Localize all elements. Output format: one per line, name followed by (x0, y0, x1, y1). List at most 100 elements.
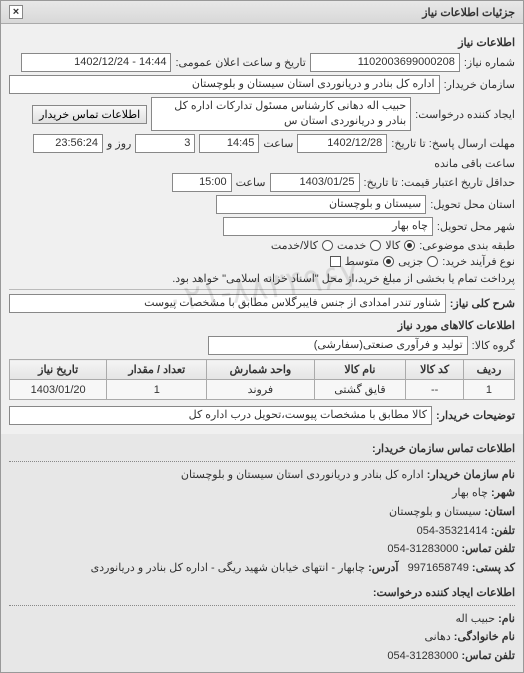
days-suffix: روز و (107, 137, 131, 150)
announce-value: 14:44 - 1402/12/24 (21, 53, 171, 72)
goods-table: ردیف کد کالا نام کالا واحد شمارش تعداد /… (9, 359, 515, 400)
radio-dot-icon (383, 256, 394, 267)
c-province-value: سیستان و بلوچستان (389, 506, 481, 518)
buyer-note-label: توضیحات خریدار: (436, 409, 515, 422)
delivery-time: 15:00 (172, 173, 232, 192)
th-date: تاریخ نیاز (10, 360, 107, 380)
radio-goods-service[interactable]: کالا/خدمت (271, 239, 333, 252)
cell-idx: 1 (463, 380, 514, 400)
city-label: شهر محل تحویل: (437, 220, 515, 233)
contact-line: تلفن تماس: 31283000-054 (9, 540, 515, 559)
req-family-label: نام خانوادگی: (454, 631, 515, 643)
c-postal-label: کد پستی: (472, 562, 515, 574)
c-address-label: آدرس: (368, 562, 398, 574)
need-no-value: 1102003699000208 (310, 53, 460, 72)
th-qty: تعداد / مقدار (107, 360, 207, 380)
time-suffix: ساعت باقی مانده (434, 157, 515, 170)
req-family-value: دهانی (424, 631, 450, 643)
req-name-label: نام: (498, 613, 515, 625)
deadline-date: 1402/12/28 (297, 134, 387, 153)
th-name: نام کالا (314, 360, 406, 380)
proc-note: پرداخت تمام یا بخشی از مبلغ خرید،از محل … (172, 272, 515, 285)
req-name-value: حبیب اله (455, 613, 495, 625)
c-address-value: چابهار - انتهای خیابان شهید ریگی - اداره… (91, 562, 365, 574)
contact-line: کد پستی: 9971658749 آدرس: چابهار - انتها… (9, 559, 515, 578)
group-value: تولید و فرآوری صنعتی(سفارشی) (208, 336, 468, 355)
cat-service-label: خدمت (337, 239, 366, 252)
contact-line: نام: حبیب اله (9, 610, 515, 629)
need-title-value: شناور تندر امدادی از جنس فایبرگلاس مطابق… (9, 294, 446, 313)
cell-name: قایق گشتی (314, 380, 406, 400)
hour-label-1: ساعت (263, 137, 293, 150)
radio-mid[interactable]: متوسط (345, 255, 395, 268)
cat-goods-label: کالا (385, 239, 400, 252)
need-no-label: شماره نیاز: (464, 56, 515, 69)
radio-service[interactable]: خدمت (337, 239, 381, 252)
radio-dot-icon (404, 240, 415, 251)
requester-header: اطلاعات ایجاد کننده درخواست: (9, 584, 515, 606)
req-phone-value: 31283000-054 (387, 650, 458, 662)
radio-empty-icon (370, 240, 381, 251)
radio-goods[interactable]: کالا (385, 239, 415, 252)
titlebar: جزئیات اطلاعات نیاز × (1, 1, 523, 24)
panel-title: اطلاعات نیاز (9, 36, 515, 49)
buyer-org-label: سازمان خریدار: (444, 78, 515, 91)
deadline-label: مهلت ارسال پاسخ: تا تاریخ: (391, 137, 515, 150)
proc-small-label: جزیی (398, 255, 423, 268)
c-fax-value: 31283000-054 (387, 543, 458, 555)
contact-line: تلفن: 35321414-054 (9, 522, 515, 541)
contact-line: نام خانوادگی: دهانی (9, 628, 515, 647)
window-title: جزئیات اطلاعات نیاز (422, 6, 515, 19)
contact-header: اطلاعات تماس سازمان خریدار: (9, 440, 515, 462)
table-header-row: ردیف کد کالا نام کالا واحد شمارش تعداد /… (10, 360, 515, 380)
c-city-label: شهر: (491, 487, 515, 499)
c-phone-label: تلفن: (491, 525, 515, 537)
announce-label: تاریخ و ساعت اعلان عمومی: (175, 56, 305, 69)
radio-small[interactable]: جزیی (398, 255, 438, 268)
c-city-value: چاه بهار (452, 487, 488, 499)
radio-empty-icon (322, 240, 333, 251)
contact-line: استان: سیستان و بلوچستان (9, 503, 515, 522)
contact-block: اطلاعات تماس سازمان خریدار: نام سازمان خ… (1, 434, 523, 672)
requester-value: حبیب اله دهانی کارشناس مسئول تدارکات ادا… (151, 97, 411, 131)
group-label: گروه کالا: (472, 339, 515, 352)
cell-unit: فروند (207, 380, 314, 400)
cat-goodsservice-label: کالا/خدمت (271, 239, 318, 252)
close-icon[interactable]: × (9, 5, 23, 19)
org-value: اداره کل بنادر و دریانوردی استان سیستان … (181, 469, 424, 481)
table-row: 1 -- قایق گشتی فروند 1 1403/01/20 (10, 380, 515, 400)
city-value: چاه بهار (223, 217, 433, 236)
province-value: سیستان و بلوچستان (216, 195, 426, 214)
category-label: طبقه بندی موضوعی: (419, 239, 515, 252)
details-window: جزئیات اطلاعات نیاز × اطلاعات نیاز شماره… (0, 0, 524, 673)
contact-line: تلفن تماس: 31283000-054 (9, 647, 515, 666)
proc-mid-label: متوسط (345, 255, 380, 268)
buyer-contact-button[interactable]: اطلاعات تماس خریدار (32, 105, 147, 124)
delivery-date: 1403/01/25 (270, 173, 360, 192)
c-phone-value: 35321414-054 (417, 525, 488, 537)
contact-line: نام سازمان خریدار: اداره کل بنادر و دریا… (9, 466, 515, 485)
c-province-label: استان: (484, 506, 515, 518)
th-code: کد کالا (406, 360, 464, 380)
th-unit: واحد شمارش (207, 360, 314, 380)
cell-code: -- (406, 380, 464, 400)
deadline-time: 14:45 (199, 134, 259, 153)
checkbox-treasury[interactable] (330, 256, 341, 267)
org-label: نام سازمان خریدار: (427, 469, 515, 481)
province-label: استان محل تحویل: (430, 198, 515, 211)
c-postal-value: 9971658749 (408, 562, 469, 574)
hour-label-2: ساعت (236, 176, 266, 189)
goods-header: اطلاعات کالاهای مورد نیاز (9, 319, 515, 332)
c-fax-label: تلفن تماس: (461, 543, 515, 555)
cell-date: 1403/01/20 (10, 380, 107, 400)
req-phone-label: تلفن تماس: (461, 650, 515, 662)
buyer-org-value: اداره کل بنادر و دریانوردی استان سیستان … (9, 75, 440, 94)
need-info-panel: اطلاعات نیاز شماره نیاز: 110200369900020… (1, 24, 523, 434)
buyer-note-value: کالا مطابق با مشخصات پیوست،تحویل درب ادا… (9, 406, 432, 425)
time-remaining: 23:56:24 (33, 134, 103, 153)
days-remaining: 3 (135, 134, 195, 153)
delivery-label: حداقل تاریخ اعتبار قیمت: تا تاریخ: (364, 176, 515, 189)
need-title-label: شرح کلی نیاز: (450, 297, 515, 310)
th-idx: ردیف (463, 360, 514, 380)
cell-qty: 1 (107, 380, 207, 400)
